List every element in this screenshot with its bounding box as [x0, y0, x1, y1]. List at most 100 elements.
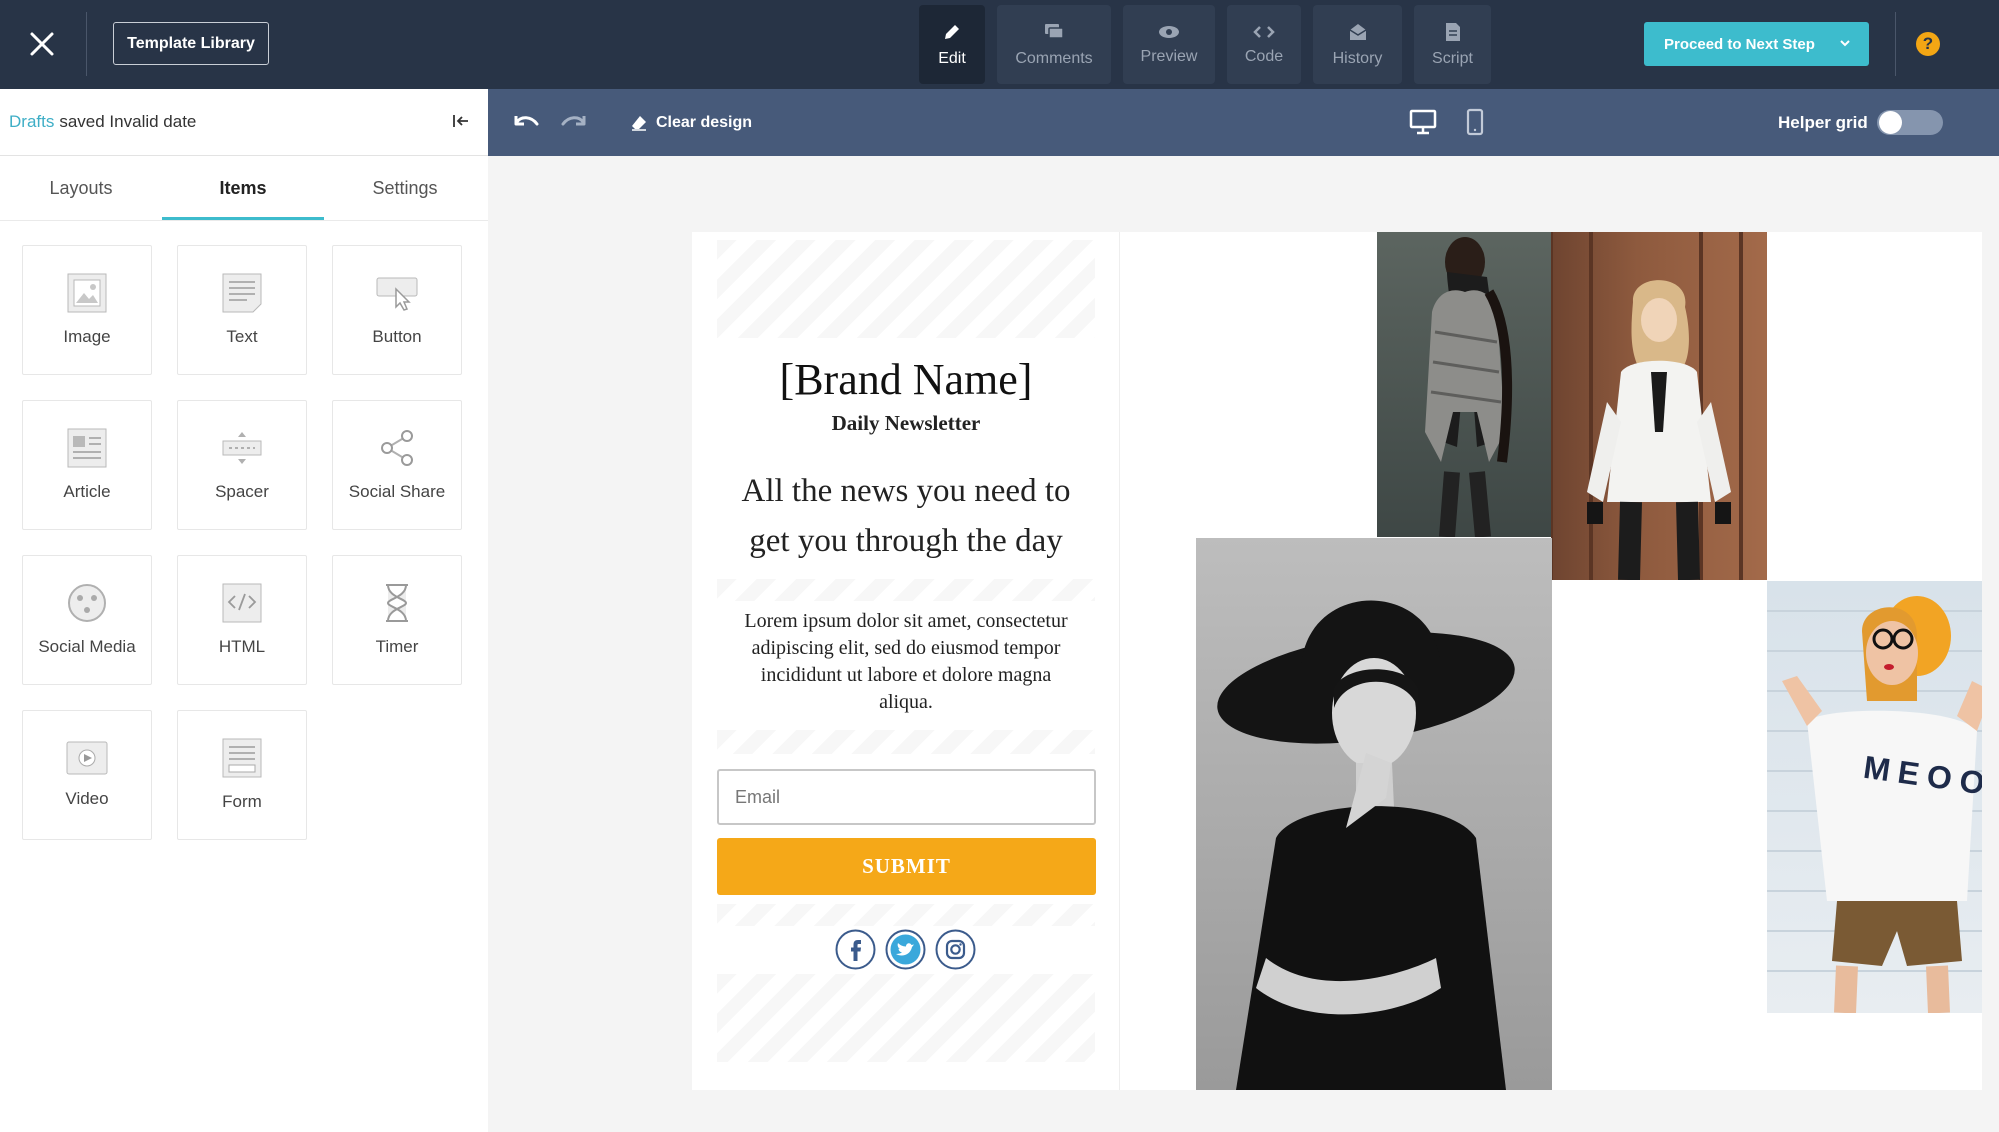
- fashion-photo: [1217, 600, 1515, 1090]
- social-icons: [835, 929, 976, 970]
- item-label: Article: [63, 482, 111, 501]
- eye-icon: [1159, 25, 1179, 38]
- form-icon: [222, 738, 262, 778]
- canvas-toolbar: Clear design Helper grid: [488, 89, 1999, 156]
- item-social-share[interactable]: Social Share: [332, 400, 462, 530]
- photo-woman-white-coat[interactable]: [1551, 232, 1767, 580]
- photo-woman-black-hat[interactable]: [1196, 538, 1552, 1090]
- save-status: Drafts saved Invalid date: [0, 89, 488, 156]
- script-icon: [1445, 22, 1460, 41]
- facebook-icon[interactable]: [835, 929, 876, 970]
- helper-grid-toggle[interactable]: [1877, 110, 1943, 135]
- divider: [86, 12, 87, 76]
- comments-icon: [1045, 23, 1064, 39]
- eraser-icon: [632, 115, 646, 131]
- item-label: Social Media: [38, 637, 136, 656]
- tab-layouts[interactable]: Layouts: [0, 156, 162, 220]
- mode-switcher: Edit Comments Preview Code History Scrip…: [919, 5, 1491, 84]
- tab-script[interactable]: Script: [1414, 5, 1491, 84]
- drafts-link[interactable]: Drafts: [9, 112, 54, 132]
- item-button[interactable]: Button: [332, 245, 462, 375]
- mobile-view-icon[interactable]: [1466, 108, 1484, 136]
- email-field[interactable]: Email: [717, 769, 1096, 825]
- item-article[interactable]: Article: [22, 400, 152, 530]
- item-label: Spacer: [215, 482, 269, 501]
- email-content-column[interactable]: [Brand Name] Daily Newsletter All the ne…: [692, 232, 1120, 1090]
- spacer-block[interactable]: [717, 579, 1095, 601]
- newsletter-subtitle[interactable]: Daily Newsletter: [692, 411, 1120, 436]
- tab-code[interactable]: Code: [1227, 5, 1301, 84]
- divider: [1895, 12, 1896, 76]
- item-form[interactable]: Form: [177, 710, 307, 840]
- toggle-knob: [1879, 111, 1902, 134]
- tab-comments-label: Comments: [1015, 49, 1093, 67]
- tab-history[interactable]: History: [1313, 5, 1402, 84]
- clear-design-button[interactable]: Clear design: [630, 89, 752, 156]
- text-icon: [222, 273, 262, 313]
- image-icon: [67, 273, 107, 313]
- instagram-icon[interactable]: [935, 929, 976, 970]
- item-label: Button: [372, 327, 422, 346]
- spacer-block[interactable]: [717, 240, 1095, 338]
- html-icon: [222, 583, 262, 623]
- item-label: Timer: [375, 637, 419, 656]
- tab-history-label: History: [1332, 49, 1383, 67]
- left-panel: Drafts saved Invalid date Layouts Items …: [0, 89, 488, 1132]
- tab-comments[interactable]: Comments: [997, 5, 1111, 84]
- collapse-panel-icon[interactable]: [452, 113, 470, 129]
- tab-items[interactable]: Items: [162, 156, 324, 220]
- item-label: Image: [63, 327, 111, 346]
- body-text[interactable]: Lorem ipsum dolor sit amet, consectetur …: [732, 608, 1080, 716]
- item-text[interactable]: Text: [177, 245, 307, 375]
- item-video[interactable]: Video: [22, 710, 152, 840]
- item-label: Social Share: [348, 482, 446, 501]
- fashion-photo: [1425, 237, 1513, 537]
- history-icon: [1349, 23, 1366, 40]
- spacer-block[interactable]: [717, 730, 1095, 754]
- spacer-icon: [222, 432, 262, 464]
- fashion-photo: [1551, 232, 1743, 580]
- item-spacer[interactable]: Spacer: [177, 400, 307, 530]
- tab-edit[interactable]: Edit: [919, 5, 985, 84]
- chevron-down-icon[interactable]: [1839, 38, 1851, 48]
- share-icon: [381, 430, 413, 466]
- item-social-media[interactable]: Social Media: [22, 555, 152, 685]
- redo-icon[interactable]: [559, 110, 587, 134]
- clear-design-label: Clear design: [656, 113, 753, 131]
- tab-edit-label: Edit: [938, 49, 966, 67]
- tab-settings[interactable]: Settings: [324, 156, 486, 220]
- template-library-button[interactable]: Template Library: [113, 22, 269, 65]
- twitter-icon[interactable]: [885, 929, 926, 970]
- brand-name-heading[interactable]: [Brand Name]: [692, 354, 1120, 405]
- desktop-view-icon[interactable]: [1409, 109, 1437, 135]
- tab-preview[interactable]: Preview: [1123, 5, 1215, 84]
- headline-text[interactable]: All the news you need to get you through…: [722, 466, 1090, 566]
- item-timer[interactable]: Timer: [332, 555, 462, 685]
- code-icon: [1253, 25, 1275, 38]
- proceed-next-step-button[interactable]: Proceed to Next Step: [1644, 22, 1869, 66]
- items-grid: Image Text Button Article Spacer Social …: [22, 245, 466, 840]
- email-canvas[interactable]: [Brand Name] Daily Newsletter All the ne…: [692, 232, 1982, 1090]
- item-image[interactable]: Image: [22, 245, 152, 375]
- video-icon: [66, 741, 108, 775]
- save-status-text: saved Invalid date: [59, 112, 197, 131]
- top-bar: Template Library Edit Comments Preview C…: [0, 0, 1999, 89]
- submit-button[interactable]: SUBMIT: [717, 838, 1096, 895]
- item-label: Form: [222, 792, 262, 811]
- help-icon[interactable]: ?: [1916, 32, 1940, 56]
- undo-icon[interactable]: [513, 110, 541, 134]
- tab-script-label: Script: [1432, 49, 1473, 67]
- photo-woman-gray-cardigan[interactable]: [1377, 232, 1551, 537]
- article-icon: [67, 428, 107, 468]
- tab-preview-label: Preview: [1140, 47, 1198, 65]
- item-html[interactable]: HTML: [177, 555, 307, 685]
- button-icon: [376, 277, 418, 311]
- close-button[interactable]: [22, 22, 62, 66]
- photo-woman-meoow-shirt[interactable]: MEOOW: [1767, 581, 1982, 1013]
- spacer-block[interactable]: [717, 904, 1095, 926]
- spacer-block[interactable]: [717, 974, 1095, 1062]
- helper-grid-label: Helper grid: [1778, 112, 1868, 132]
- hourglass-icon: [386, 584, 408, 622]
- item-label: Text: [226, 327, 258, 346]
- item-label: Video: [65, 789, 109, 808]
